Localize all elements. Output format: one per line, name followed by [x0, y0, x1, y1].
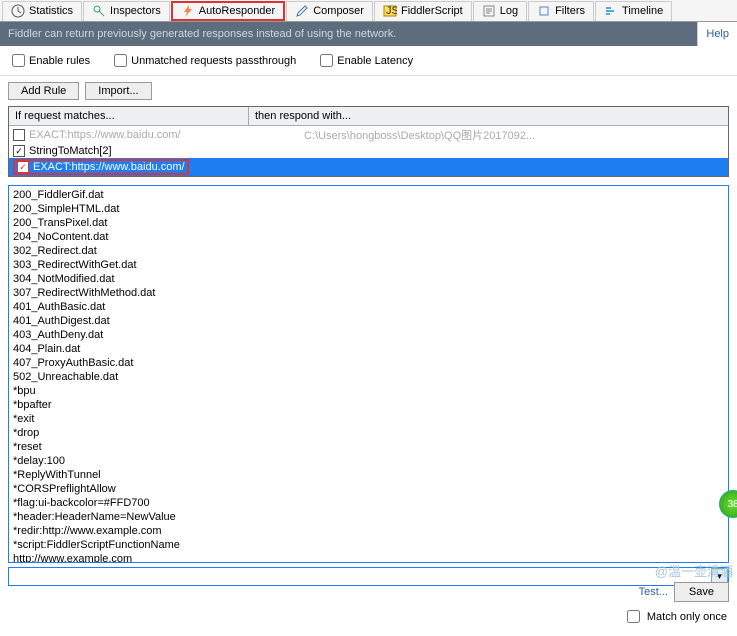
svg-text:JS: JS	[386, 5, 397, 17]
tab-statistics[interactable]: Statistics	[2, 1, 82, 21]
list-item[interactable]: 303_RedirectWithGet.dat	[13, 258, 724, 272]
tab-timeline[interactable]: Timeline	[595, 1, 672, 21]
options-row: Enable rules Unmatched requests passthro…	[0, 46, 737, 76]
clock-icon	[11, 4, 25, 18]
list-item[interactable]: 204_NoContent.dat	[13, 230, 724, 244]
tab-inspectors[interactable]: Inspectors	[83, 1, 170, 21]
list-item[interactable]: *bpu	[13, 384, 724, 398]
list-item[interactable]: *exit	[13, 412, 724, 426]
lightning-icon	[181, 4, 195, 18]
tab-composer[interactable]: Composer	[286, 1, 373, 21]
rule-list-header: If request matches... then respond with.…	[9, 107, 728, 126]
script-icon: JS	[383, 4, 397, 18]
tab-label: Timeline	[622, 5, 663, 17]
rule-match-text: EXACT:https://www.baidu.com/	[33, 161, 185, 173]
watermark-text: @温一壶清酒	[655, 561, 733, 580]
unmatched-passthrough-checkbox[interactable]: Unmatched requests passthrough	[114, 54, 296, 67]
list-item[interactable]: *flag:ui-backcolor=#FFD700	[13, 496, 724, 510]
list-item[interactable]: 502_Unreachable.dat	[13, 370, 724, 384]
tab-autoresponder[interactable]: AutoResponder	[171, 1, 285, 21]
tab-filters[interactable]: Filters	[528, 1, 594, 21]
tab-fiddlerscript[interactable]: JS FiddlerScript	[374, 1, 472, 21]
list-item[interactable]: 401_AuthDigest.dat	[13, 314, 724, 328]
tab-label: Inspectors	[110, 5, 161, 17]
list-item[interactable]: 401_AuthBasic.dat	[13, 300, 724, 314]
list-item[interactable]: 200_TransPixel.dat	[13, 216, 724, 230]
list-item[interactable]: *drop	[13, 426, 724, 440]
enable-latency-checkbox[interactable]: Enable Latency	[320, 54, 413, 67]
list-item[interactable]: *delay:100	[13, 454, 724, 468]
import-button[interactable]: Import...	[85, 82, 151, 100]
list-item[interactable]: 407_ProxyAuthBasic.dat	[13, 356, 724, 370]
save-button[interactable]: Save	[674, 582, 729, 602]
list-item[interactable]: *redir:http://www.example.com	[13, 524, 724, 538]
help-link[interactable]: Help	[697, 22, 737, 46]
tab-label: Statistics	[29, 5, 73, 17]
list-item[interactable]: *reset	[13, 440, 724, 454]
list-item[interactable]: 403_AuthDeny.dat	[13, 328, 724, 342]
list-item[interactable]: 404_Plain.dat	[13, 342, 724, 356]
info-bar: Fiddler can return previously generated …	[0, 22, 697, 46]
list-item[interactable]: 200_FiddlerGif.dat	[13, 188, 724, 202]
tab-label: FiddlerScript	[401, 5, 463, 17]
match-only-once-checkbox[interactable]: Match only once	[623, 607, 727, 626]
list-item[interactable]: 304_NotModified.dat	[13, 272, 724, 286]
list-item[interactable]: *bpafter	[13, 398, 724, 412]
tab-log[interactable]: Log	[473, 1, 527, 21]
header-respond[interactable]: then respond with...	[249, 107, 728, 125]
rule-match-text: StringToMatch[2]	[29, 145, 112, 157]
rule-respond-text: C:\Users\hongboss\Desktop\QQ图片2017092...	[304, 127, 724, 143]
list-item[interactable]: 302_Redirect.dat	[13, 244, 724, 258]
log-icon	[482, 4, 496, 18]
rule-row[interactable]: ✓ EXACT:https://www.baidu.com/	[9, 158, 728, 176]
header-match[interactable]: If request matches...	[9, 107, 249, 125]
list-item[interactable]: 200_SimpleHTML.dat	[13, 202, 724, 216]
pencil-icon	[295, 4, 309, 18]
rule-checkbox[interactable]: ✓	[17, 161, 29, 173]
tab-label: Log	[500, 5, 518, 17]
test-link[interactable]: Test...	[639, 586, 668, 598]
list-item[interactable]: http://www.example.com	[13, 552, 724, 563]
response-options-list[interactable]: 200_FiddlerGif.dat 200_SimpleHTML.dat 20…	[8, 185, 729, 563]
rule-list: If request matches... then respond with.…	[8, 106, 729, 177]
timeline-icon	[604, 4, 618, 18]
rule-checkbox[interactable]	[13, 129, 25, 141]
add-rule-button[interactable]: Add Rule	[8, 82, 79, 100]
inspect-icon	[92, 4, 106, 18]
rule-row[interactable]: EXACT:https://www.baidu.com/ C:\Users\ho…	[9, 126, 728, 144]
response-dropdown[interactable]: ▾	[8, 567, 729, 586]
enable-rules-checkbox[interactable]: Enable rules	[12, 54, 90, 67]
rule-match-text: EXACT:https://www.baidu.com/	[29, 129, 181, 141]
list-item[interactable]: *CORSPreflightAllow	[13, 482, 724, 496]
tab-strip: Statistics Inspectors AutoResponder Comp…	[0, 0, 737, 22]
tab-label: Filters	[555, 5, 585, 17]
list-item[interactable]: *script:FiddlerScriptFunctionName	[13, 538, 724, 552]
tab-label: Composer	[313, 5, 364, 17]
rule-checkbox[interactable]: ✓	[13, 145, 25, 157]
rule-row[interactable]: ✓ StringToMatch[2]	[9, 144, 728, 158]
list-item[interactable]: *header:HeaderName=NewValue	[13, 510, 724, 524]
tab-label: AutoResponder	[199, 5, 275, 17]
list-item[interactable]: *ReplyWithTunnel	[13, 468, 724, 482]
list-item[interactable]: 307_RedirectWithMethod.dat	[13, 286, 724, 300]
filter-icon	[537, 4, 551, 18]
